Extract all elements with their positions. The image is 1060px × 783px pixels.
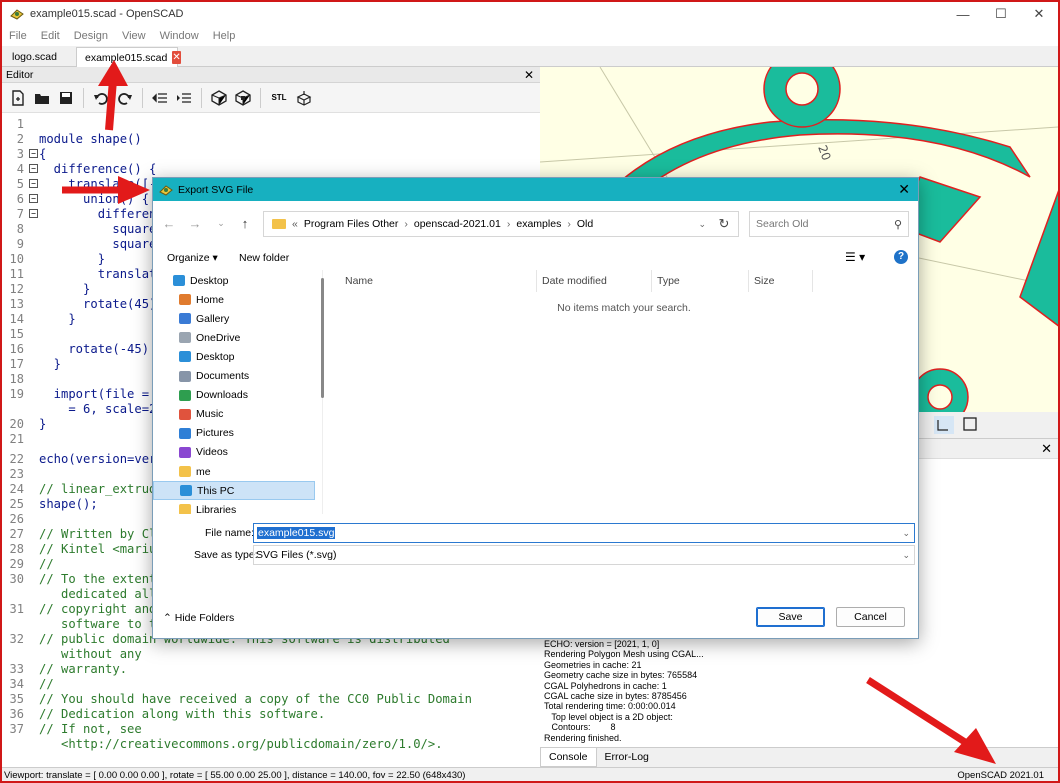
annotation-arrows	[62, 60, 996, 764]
annotation-arrowhead-version	[954, 728, 996, 764]
annotation-arrow-tab	[105, 79, 117, 131]
annotation-arrowhead-dialog	[118, 176, 150, 204]
annotation-arrowhead-tab	[98, 60, 128, 86]
annotation-arrow-version	[866, 677, 970, 747]
